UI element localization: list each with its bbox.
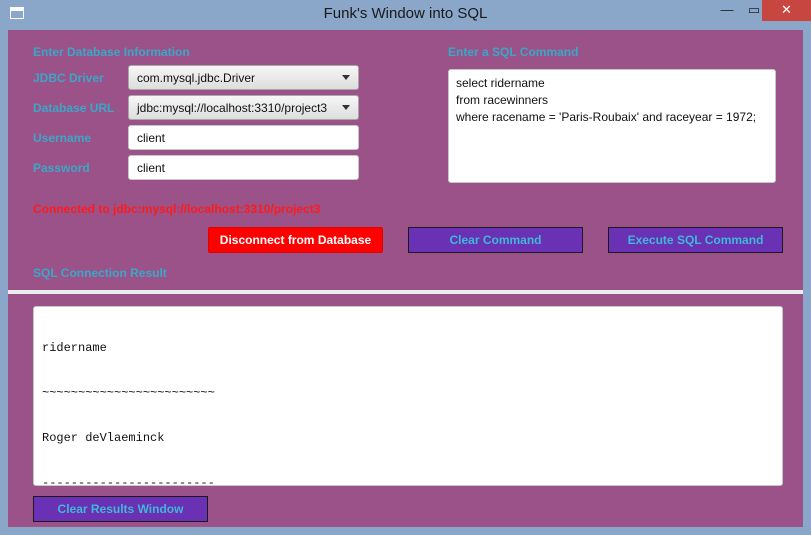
sql-command-line: from racewinners xyxy=(456,93,549,107)
chevron-down-icon xyxy=(342,75,350,80)
title-bar: Funk's Window into SQL — ▭ ✕ xyxy=(0,0,811,30)
sql-command-heading: Enter a SQL Command xyxy=(448,45,579,59)
result-line: Roger deVlaeminck xyxy=(42,431,165,445)
sql-result-heading: SQL Connection Result xyxy=(33,266,167,280)
password-label: Password xyxy=(33,161,90,175)
jdbc-driver-select[interactable]: com.mysql.jdbc.Driver xyxy=(128,65,359,90)
connection-status: Connected to jdbc:mysql://localhost:3310… xyxy=(33,202,321,216)
database-url-select[interactable]: jdbc:mysql://localhost:3310/project3 xyxy=(128,95,359,120)
execute-sql-button[interactable]: Execute SQL Command xyxy=(608,227,783,253)
main-panel: Enter Database Information JDBC Driver c… xyxy=(8,30,803,527)
divider xyxy=(8,290,803,294)
close-button[interactable]: ✕ xyxy=(762,0,811,21)
chevron-down-icon xyxy=(342,105,350,110)
sql-command-line: select ridername xyxy=(456,76,545,90)
username-label: Username xyxy=(33,131,92,145)
result-line: ~~~~~~~~~~~~~~~~~~~~~~~~ xyxy=(42,386,215,400)
jdbc-driver-value: com.mysql.jdbc.Driver xyxy=(137,71,256,85)
results-area[interactable]: ridername ~~~~~~~~~~~~~~~~~~~~~~~~ Roger… xyxy=(33,306,783,490)
sql-command-input[interactable]: select ridername from racewinners where … xyxy=(448,69,776,183)
sql-command-line: where racename = 'Paris-Roubaix' and rac… xyxy=(456,110,757,124)
result-line: ridername xyxy=(42,341,107,355)
password-input[interactable]: client xyxy=(128,155,359,180)
database-url-value: jdbc:mysql://localhost:3310/project3 xyxy=(137,101,328,115)
result-line: ------------------------ xyxy=(42,476,215,490)
clear-results-button[interactable]: Clear Results Window xyxy=(33,496,208,522)
jdbc-driver-label: JDBC Driver xyxy=(33,71,104,85)
username-input[interactable]: client xyxy=(128,125,359,150)
database-url-label: Database URL xyxy=(33,101,115,115)
window-title: Funk's Window into SQL xyxy=(323,5,488,22)
db-info-heading: Enter Database Information xyxy=(33,45,190,59)
clear-command-button[interactable]: Clear Command xyxy=(408,227,583,253)
disconnect-button[interactable]: Disconnect from Database xyxy=(208,227,383,253)
